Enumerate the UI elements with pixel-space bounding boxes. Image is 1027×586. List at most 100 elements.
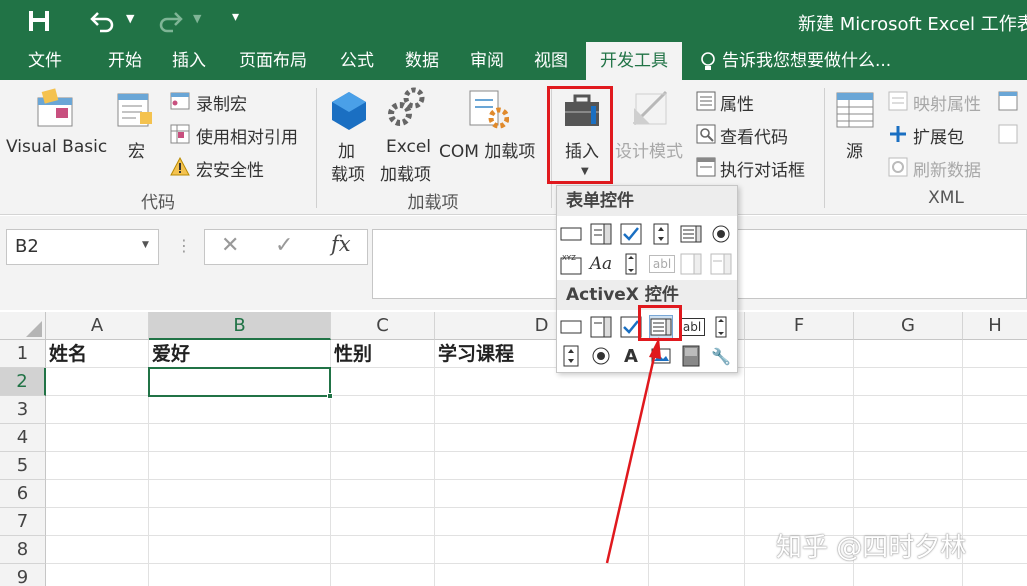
group-label-addins: 加载项 [407,193,459,213]
row-header-1[interactable]: 1 [0,340,46,368]
refresh-data-button: 刷新数据 [913,161,981,181]
run-dialog-button[interactable]: 执行对话框 [720,156,805,181]
row-header-6[interactable]: 6 [0,480,46,508]
more-controls-icon[interactable]: 🔧 [709,344,733,368]
relative-references-icon [170,124,190,144]
confirm-entry-button[interactable]: ✓ [275,233,293,258]
name-box-dropdown-icon[interactable]: ▼ [142,240,149,250]
expansion-packs-icon [890,126,906,142]
customize-qat-icon[interactable]: ▾ [232,9,239,25]
tab-page-layout[interactable]: 页面布局 [228,42,318,80]
macro-security-button[interactable]: 宏安全性 [196,156,264,181]
activex-text-box-icon[interactable]: abl [679,318,705,336]
relative-references-button[interactable]: 使用相对引用 [196,123,298,148]
ribbon: Visual Basic 宏 录制宏 使用相对引用 宏安全性 代码 加 载项 E… [0,80,1027,215]
row-header-7[interactable]: 7 [0,508,46,536]
undo-dropdown-icon[interactable]: ▼ [126,12,134,25]
visual-basic-icon [37,88,73,127]
macros-button[interactable]: 宏 [128,137,145,162]
name-box-value: B2 [15,236,39,257]
tab-formulas[interactable]: 公式 [330,42,384,80]
import-icon [998,91,1018,111]
option-button-icon[interactable] [709,222,733,246]
formula-buttons: ✕ ✓ fx [204,229,368,265]
view-code-button[interactable]: 查看代码 [720,123,788,148]
column-header-a[interactable]: A [46,312,149,340]
record-macro-button[interactable]: 录制宏 [196,90,247,115]
column-header-b[interactable]: B [149,312,331,340]
row-header-8[interactable]: 8 [0,536,46,564]
combo-box-icon[interactable] [589,222,613,246]
combo-drop-edit-icon [709,252,733,276]
cancel-entry-button[interactable]: ✕ [221,233,239,258]
redo-dropdown-icon: ▼ [193,12,202,25]
cell-b1[interactable]: 爱好 [149,340,331,368]
group-box-icon[interactable]: XYZ [559,252,583,276]
tab-review[interactable]: 审阅 [460,42,514,80]
tell-me-box[interactable]: 告诉我您想要做什么... [722,42,902,80]
column-header-f[interactable]: F [745,312,854,340]
save-icon[interactable] [28,10,50,32]
list-box-icon[interactable] [679,222,703,246]
name-box[interactable]: B2 [6,229,159,265]
form-controls-header: 表单控件 [557,186,737,216]
group-separator [316,88,317,208]
cell-a1[interactable]: 姓名 [46,340,149,368]
column-header-g[interactable]: G [854,312,963,340]
tab-view[interactable]: 视图 [524,42,578,80]
xyz-text: XYZ [562,254,576,262]
xml-source-icon [836,92,874,128]
scroll-bar-icon[interactable] [619,252,643,276]
row-header-5[interactable]: 5 [0,452,46,480]
undo-icon[interactable] [90,9,116,33]
command-button-icon[interactable] [559,315,583,339]
column-header-h[interactable]: H [963,312,1027,340]
visual-basic-button[interactable]: Visual Basic [6,137,107,157]
annotation-arrow [605,337,661,564]
row-header-2[interactable]: 2 [0,368,46,396]
cell-c1[interactable]: 性别 [331,340,435,368]
activex-scroll-bar-icon[interactable] [709,315,733,339]
macros-icon [117,93,152,127]
addins-button-line2[interactable]: 载项 [331,160,365,185]
button-control-icon[interactable] [559,222,583,246]
label-icon[interactable]: Aa [589,252,613,276]
lightbulb-icon [701,52,715,70]
formula-bar: B2 ▼ ⋮ ✕ ✓ fx [0,216,1027,310]
properties-button[interactable]: 属性 [720,90,754,115]
refresh-data-icon [888,157,908,177]
properties-icon [696,91,716,111]
column-header-c[interactable]: C [331,312,435,340]
addins-icon [332,92,366,130]
tab-data[interactable]: 数据 [395,42,449,80]
addins-button-line1[interactable]: 加 [338,137,355,162]
tab-developer[interactable]: 开发工具 [586,42,682,80]
toggle-button-icon[interactable] [679,344,703,368]
activex-spin-button-icon[interactable] [559,344,583,368]
row-header-3[interactable]: 3 [0,396,46,424]
com-addins-button[interactable]: COM 加载项 [439,137,535,162]
insert-highlight-box [547,86,613,184]
tab-home[interactable]: 开始 [96,42,154,80]
tab-file[interactable]: 文件 [14,42,76,80]
record-macro-icon [170,92,190,110]
excel-addins-button-line2[interactable]: 加载项 [380,160,431,185]
watermark: 知乎 @四时夕林 [776,533,967,563]
combo-list-edit-icon [679,252,703,276]
expansion-packs-button[interactable]: 扩展包 [913,123,964,148]
row-header-4[interactable]: 4 [0,424,46,452]
insert-function-button[interactable]: fx [331,232,351,256]
excel-addins-button-line1[interactable]: Excel [386,137,431,157]
redo-icon [159,12,183,33]
row-header-9[interactable]: 9 [0,564,46,586]
design-mode-icon [632,90,668,126]
map-properties-button: 映射属性 [913,95,981,115]
fill-handle[interactable] [327,393,333,399]
active-cell-b2[interactable] [148,367,331,397]
check-box-icon[interactable] [619,222,643,246]
select-all-button[interactable] [0,312,46,340]
window-title: 新建 Microsoft Excel 工作表 [798,14,1027,35]
spin-button-icon[interactable] [649,222,673,246]
tab-insert[interactable]: 插入 [162,42,216,80]
xml-source-button[interactable]: 源 [846,137,863,162]
